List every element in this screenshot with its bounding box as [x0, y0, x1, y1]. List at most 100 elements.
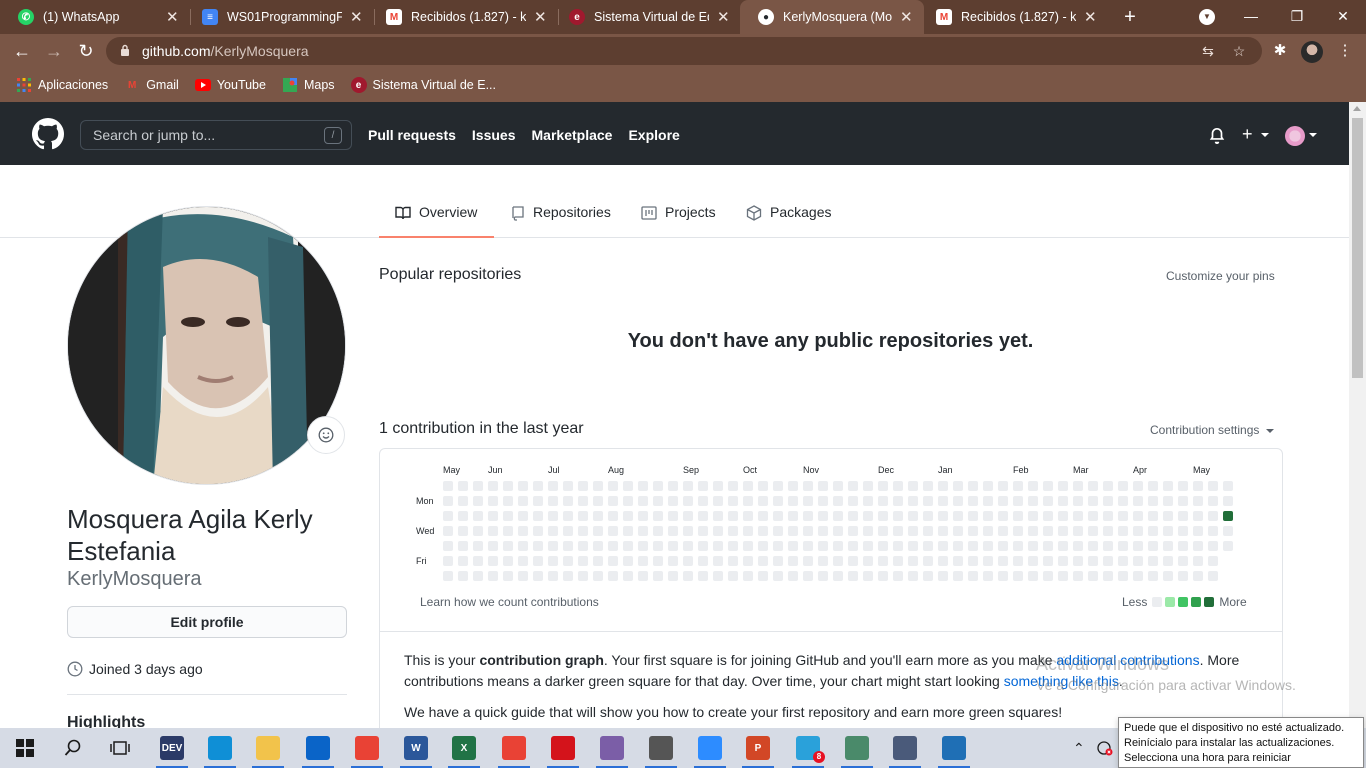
scroll-up-icon[interactable] — [1353, 106, 1361, 111]
notifications-bell-icon[interactable] — [1208, 126, 1226, 144]
contribution-day[interactable] — [728, 541, 738, 551]
contribution-day[interactable] — [893, 511, 903, 521]
contribution-day[interactable] — [1178, 541, 1188, 551]
contribution-day[interactable] — [1133, 511, 1143, 521]
contribution-day[interactable] — [998, 541, 1008, 551]
contribution-day[interactable] — [473, 571, 483, 581]
more-menu-icon[interactable]: ⋮ — [1335, 41, 1355, 61]
address-bar[interactable]: github.com/KerlyMosquera ⇆ ☆ — [106, 37, 1262, 65]
edge-icon[interactable] — [204, 736, 236, 768]
contribution-day[interactable] — [653, 571, 663, 581]
contribution-day[interactable] — [1178, 556, 1188, 566]
contribution-day[interactable] — [908, 496, 918, 506]
contribution-day[interactable] — [1133, 571, 1143, 581]
contribution-day[interactable] — [608, 556, 618, 566]
contribution-day[interactable] — [608, 541, 618, 551]
contribution-day[interactable] — [818, 496, 828, 506]
contribution-day[interactable] — [638, 541, 648, 551]
contribution-day[interactable] — [953, 571, 963, 581]
contribution-day[interactable] — [683, 526, 693, 536]
contribution-day[interactable] — [698, 481, 708, 491]
contribution-day[interactable] — [1103, 496, 1113, 506]
contribution-day[interactable] — [593, 541, 603, 551]
contribution-day[interactable] — [773, 526, 783, 536]
tab-repositories[interactable]: Repositories — [511, 204, 611, 238]
contribution-day[interactable] — [983, 496, 993, 506]
contribution-day[interactable] — [698, 541, 708, 551]
contribution-day[interactable] — [1208, 541, 1218, 551]
contribution-day[interactable] — [758, 541, 768, 551]
contribution-day[interactable] — [563, 571, 573, 581]
contribution-day[interactable] — [848, 571, 858, 581]
contribution-day[interactable] — [503, 556, 513, 566]
contribution-day[interactable] — [683, 496, 693, 506]
contribution-day[interactable] — [518, 571, 528, 581]
contribution-day[interactable] — [788, 496, 798, 506]
contribution-day[interactable] — [488, 526, 498, 536]
contribution-day[interactable] — [473, 541, 483, 551]
contribution-day[interactable] — [848, 526, 858, 536]
contribution-day[interactable] — [563, 481, 573, 491]
contribution-day[interactable] — [713, 526, 723, 536]
contribution-day[interactable] — [1073, 511, 1083, 521]
contribution-day[interactable] — [938, 481, 948, 491]
contribution-day[interactable] — [953, 526, 963, 536]
contribution-day[interactable] — [983, 541, 993, 551]
contribution-day[interactable] — [848, 556, 858, 566]
contribution-day[interactable] — [1058, 556, 1068, 566]
contribution-day[interactable] — [848, 511, 858, 521]
contribution-day[interactable] — [668, 481, 678, 491]
contribution-day[interactable] — [653, 556, 663, 566]
contribution-day[interactable] — [1208, 526, 1218, 536]
contribution-day[interactable] — [953, 556, 963, 566]
contribution-day[interactable] — [653, 526, 663, 536]
contribution-day[interactable] — [488, 481, 498, 491]
contribution-day[interactable] — [968, 511, 978, 521]
contribution-day[interactable] — [503, 526, 513, 536]
contribution-day[interactable] — [1043, 526, 1053, 536]
contribution-day[interactable] — [1013, 511, 1023, 521]
contribution-day[interactable] — [533, 526, 543, 536]
contribution-day[interactable] — [1133, 481, 1143, 491]
contribution-day[interactable] — [458, 556, 468, 566]
powerpoint-icon[interactable]: P — [742, 736, 774, 768]
contribution-day[interactable] — [743, 556, 753, 566]
search-icon[interactable] — [61, 736, 85, 760]
mail-icon[interactable] — [302, 736, 334, 768]
latex-icon[interactable] — [645, 736, 677, 768]
contribution-day[interactable] — [548, 496, 558, 506]
contribution-day[interactable] — [488, 571, 498, 581]
file-explorer-icon[interactable] — [252, 736, 284, 768]
contribution-day[interactable] — [1028, 481, 1038, 491]
contribution-day[interactable] — [608, 571, 618, 581]
contribution-day[interactable] — [713, 541, 723, 551]
zoom-icon[interactable] — [694, 736, 726, 768]
contribution-day[interactable] — [788, 511, 798, 521]
contribution-day[interactable] — [968, 496, 978, 506]
contribution-day[interactable] — [893, 481, 903, 491]
contribution-day[interactable] — [788, 571, 798, 581]
customize-pins-link[interactable]: Customize your pins — [1166, 269, 1275, 283]
contribution-day[interactable] — [938, 556, 948, 566]
contribution-day[interactable] — [473, 496, 483, 506]
contribution-day[interactable] — [638, 511, 648, 521]
contribution-day[interactable] — [1118, 541, 1128, 551]
contribution-day[interactable] — [1148, 571, 1158, 581]
contribution-day[interactable] — [803, 496, 813, 506]
tab-overview[interactable]: Overview — [379, 204, 494, 238]
contribution-day[interactable] — [503, 511, 513, 521]
contribution-day[interactable] — [1133, 496, 1143, 506]
contribution-day[interactable] — [1013, 526, 1023, 536]
nav-marketplace[interactable]: Marketplace — [532, 127, 613, 143]
contribution-day[interactable] — [503, 496, 513, 506]
windows-start-icon[interactable] — [13, 736, 37, 760]
contribution-day[interactable] — [1103, 481, 1113, 491]
contribution-day[interactable] — [443, 541, 453, 551]
page-scrollbar[interactable] — [1349, 102, 1366, 728]
contribution-day[interactable] — [908, 511, 918, 521]
contribution-day[interactable] — [698, 496, 708, 506]
contribution-day[interactable] — [683, 571, 693, 581]
contribution-day[interactable] — [1163, 496, 1173, 506]
contribution-day[interactable] — [533, 556, 543, 566]
contribution-day[interactable] — [818, 526, 828, 536]
